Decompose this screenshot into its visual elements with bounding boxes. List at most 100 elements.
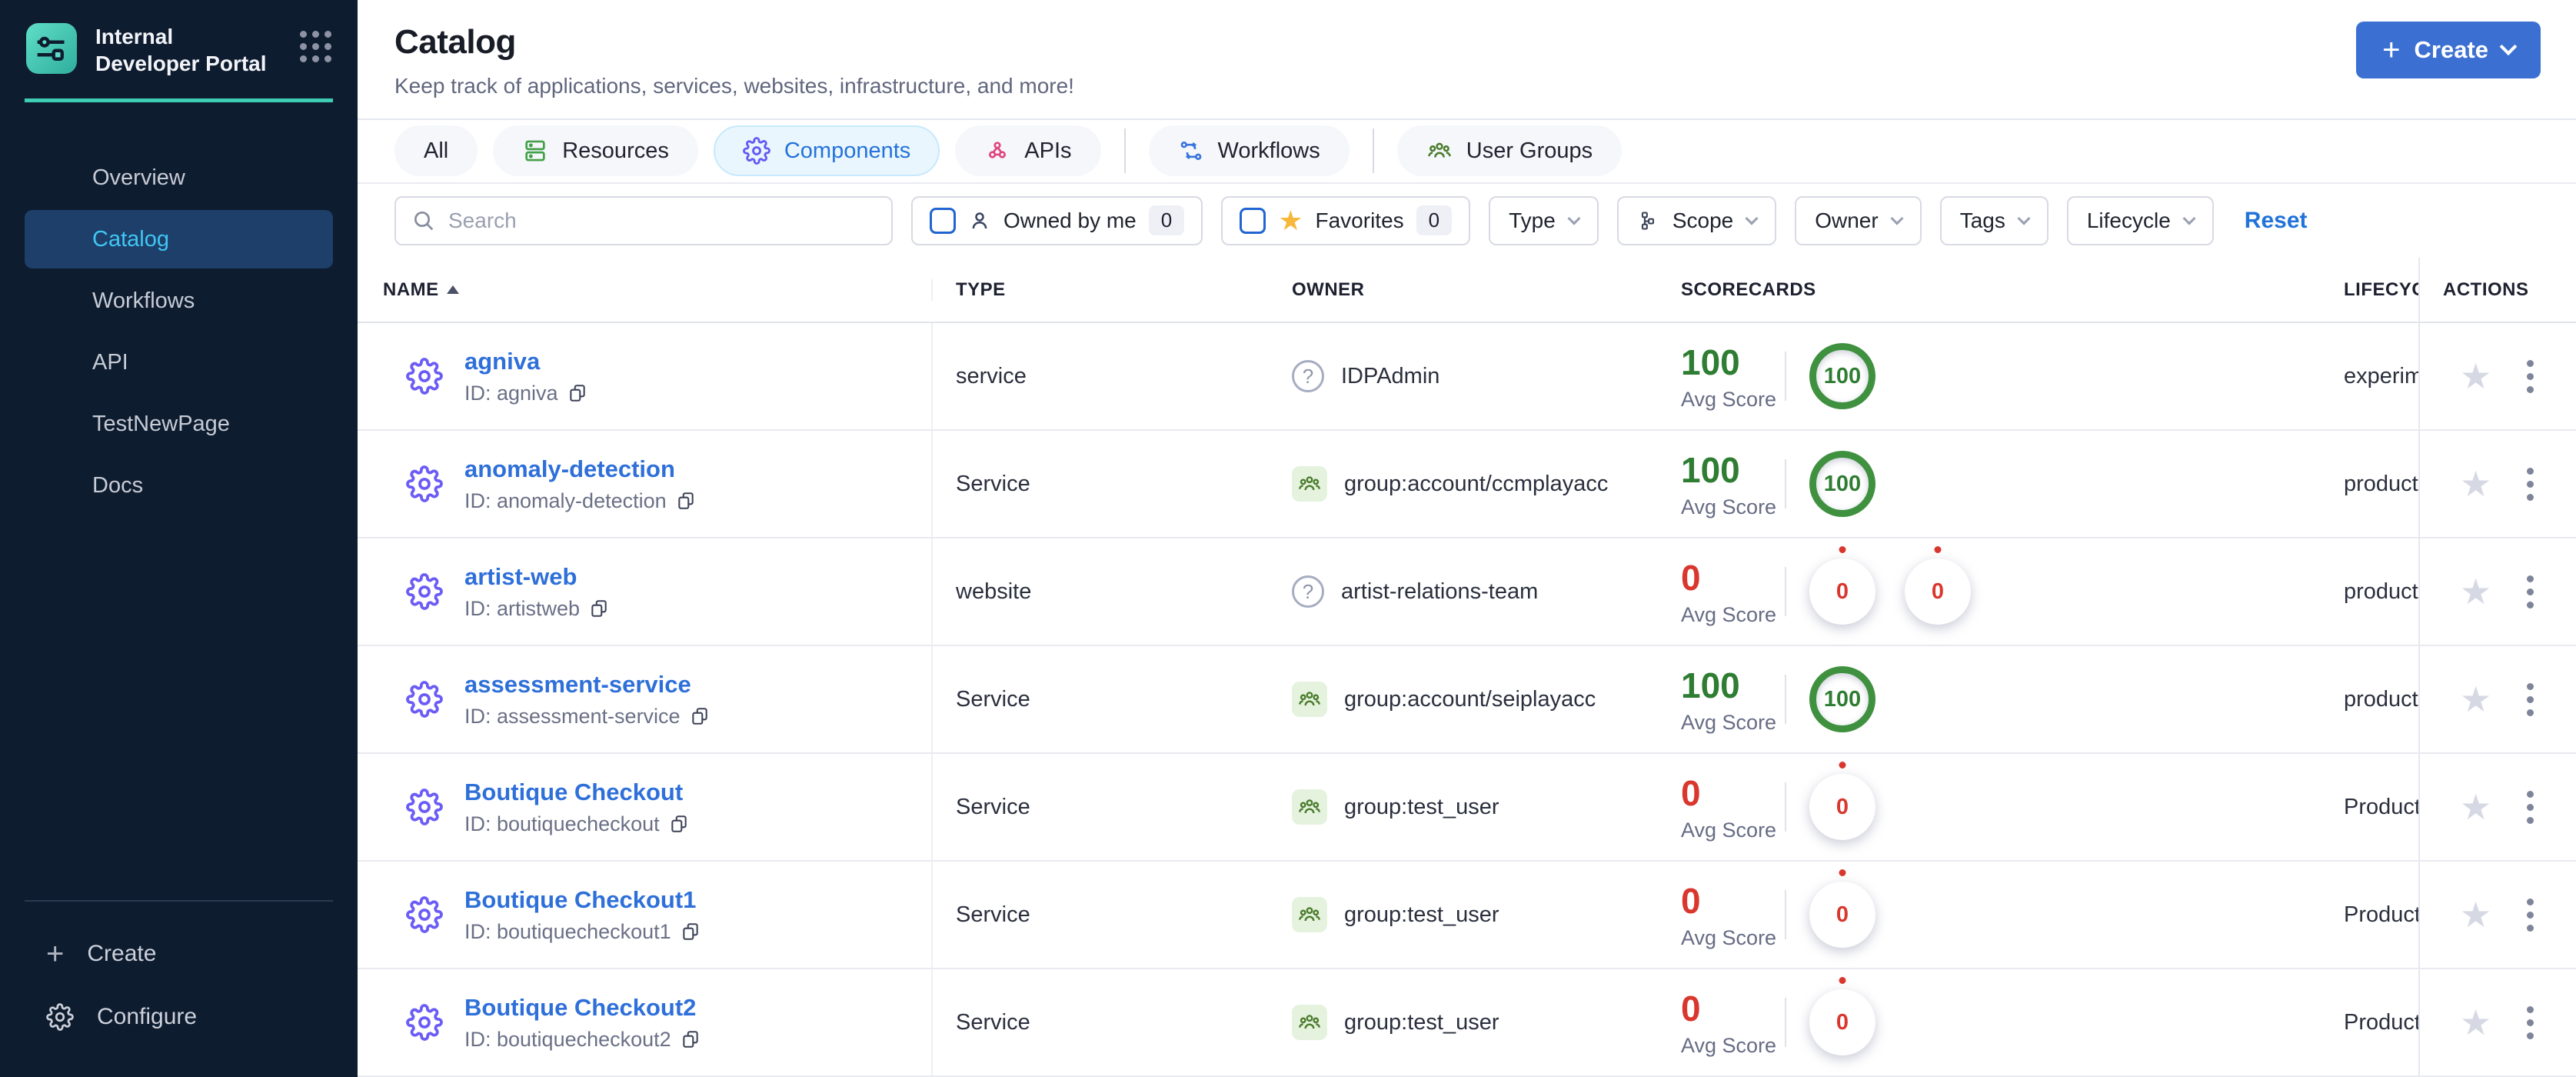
kebab-menu-icon[interactable] [2522,463,2538,505]
name-stack: Boutique Checkout2 ID: boutiquecheckout2 [464,994,701,1052]
entity-name-link[interactable]: Boutique Checkout1 [464,886,701,914]
lifecycle-cell: production [2344,646,2418,752]
copy-icon[interactable] [669,814,689,834]
create-button[interactable]: + Create [2356,22,2541,78]
lifecycle-value: Production [2344,1009,2418,1035]
entity-name-link[interactable]: artist-web [464,563,609,591]
copy-icon[interactable] [681,922,701,942]
sidebar-nav-item[interactable]: Overview [25,148,333,207]
favorites-filter[interactable]: ★ Favorites 0 [1221,195,1471,245]
brand-title: Internal Developer Portal [95,25,267,75]
scorecards-cell: 0 Avg Score 0 [1675,754,2344,860]
scorecard-badges: 100 [1809,451,1875,517]
lifecycle-filter-dropdown[interactable]: Lifecycle [2066,195,2214,245]
entity-name-link[interactable]: Boutique Checkout [464,779,689,806]
sidebar-nav-item[interactable]: Docs [25,456,333,515]
scorecard-badge[interactable]: 0 [1809,559,1875,625]
sidebar-configure-button[interactable]: Configure [0,988,358,1046]
scorecard-badge[interactable]: 100 [1809,451,1875,517]
score-divider [1785,998,1786,1047]
type-cell: Service [933,431,1279,537]
tab-components[interactable]: Components [713,125,940,177]
type-value: Service [956,471,1030,496]
owner-filter-dropdown[interactable]: Owner [1795,195,1922,245]
favorite-star-icon[interactable]: ★ [2460,1005,2491,1040]
copy-icon[interactable] [681,1029,701,1049]
column-header-scorecards[interactable]: SCORECARDS [1675,279,2344,301]
sidebar-nav-item[interactable]: Catalog [25,210,333,268]
copy-icon[interactable] [690,706,710,726]
kebab-menu-icon[interactable] [2522,679,2538,721]
app-switcher-icon[interactable] [300,31,331,62]
favorite-star-icon[interactable]: ★ [2460,897,2491,932]
table-row: artist-web ID: artistweb website ? artis… [358,538,2576,646]
owned-by-me-filter[interactable]: Owned by me 0 [911,195,1203,245]
tab-user-groups[interactable]: User Groups [1396,125,1622,177]
scorecard-badge-value: 0 [1931,579,1945,604]
score-divider [1785,675,1786,724]
scorecard-badge-value: 100 [1823,363,1862,388]
chevron-down-icon [2182,212,2196,225]
owner-group-icon [1292,789,1327,825]
reset-filters-link[interactable]: Reset [2245,208,2308,234]
lifecycle-cell: production [2344,538,2418,645]
avg-score-label: Avg Score [1681,495,1777,518]
scorecard-badge[interactable]: 0 [1905,559,1971,625]
kebab-menu-icon[interactable] [2522,786,2538,829]
sidebar-nav-item[interactable]: API [25,333,333,392]
lifecycle-cell: Production [2344,862,2418,968]
copy-icon[interactable] [676,491,696,511]
owned-by-me-checkbox[interactable] [930,207,956,234]
entity-id-text: ID: boutiquecheckout [464,812,660,835]
copy-icon[interactable] [567,383,587,403]
scope-filter-dropdown[interactable]: Scope [1616,195,1777,245]
favorite-star-icon[interactable]: ★ [2460,789,2491,825]
column-header-owner[interactable]: OWNER [1279,279,1675,301]
tab-apis[interactable]: APIs [955,125,1101,177]
scorecard-badge[interactable]: 100 [1809,343,1875,409]
apis-icon [989,142,1007,158]
favorites-checkbox[interactable] [1240,207,1266,234]
entity-name-link[interactable]: anomaly-detection [464,455,696,483]
sidebar-create-button[interactable]: + Create [0,925,358,983]
kebab-menu-icon[interactable] [2522,894,2538,936]
owner-group-icon [1292,466,1327,502]
scorecard-badge[interactable]: 0 [1809,882,1875,948]
type-filter-dropdown[interactable]: Type [1489,195,1599,245]
scorecards-cell: 0 Avg Score 0 [1675,969,2344,1075]
owner-value: group:account/ccmplayacc [1344,471,1609,496]
sidebar-configure-label: Configure [97,1004,198,1029]
copy-icon[interactable] [589,599,609,619]
favorite-star-icon[interactable]: ★ [2460,682,2491,717]
column-header-lifecycle[interactable]: LIFECYCLE [2344,279,2418,301]
tab-all[interactable]: All [394,125,478,177]
tab-resources[interactable]: Resources [493,125,698,177]
tags-filter-dropdown[interactable]: Tags [1939,195,2048,245]
scorecard-badges: 0 0 [1809,559,1971,625]
sidebar-nav-item[interactable]: TestNewPage [25,395,333,453]
column-header-name-label: NAME [383,278,439,300]
avg-score-value: 0 [1681,557,1701,598]
lifecycle-cell: Production [2344,969,2418,1075]
scorecard-badge[interactable]: 0 [1809,774,1875,840]
entity-name-link[interactable]: Boutique Checkout2 [464,994,701,1022]
kebab-menu-icon[interactable] [2522,1002,2538,1044]
favorite-star-icon[interactable]: ★ [2460,574,2491,609]
column-header-name[interactable]: NAME [383,278,933,301]
entity-name-link[interactable]: agniva [464,348,587,375]
favorite-star-icon[interactable]: ★ [2460,466,2491,502]
sidebar-nav-item[interactable]: Workflows [25,272,333,330]
column-header-type[interactable]: TYPE [933,279,1279,301]
search-input[interactable] [448,208,876,233]
scorecard-badge[interactable]: 100 [1809,666,1875,732]
plus-icon: + [2382,33,2401,67]
kebab-menu-icon[interactable] [2522,571,2538,613]
entity-name-link[interactable]: assessment-service [464,671,710,699]
tab-workflows[interactable]: Workflows [1148,125,1350,177]
scorecard-badge[interactable]: 0 [1809,989,1875,1055]
kebab-menu-icon[interactable] [2522,355,2538,398]
type-cell: Service [933,969,1279,1075]
scorecard-badges: 0 [1809,989,1875,1055]
component-gear-icon [743,137,770,165]
favorite-star-icon[interactable]: ★ [2460,358,2491,394]
